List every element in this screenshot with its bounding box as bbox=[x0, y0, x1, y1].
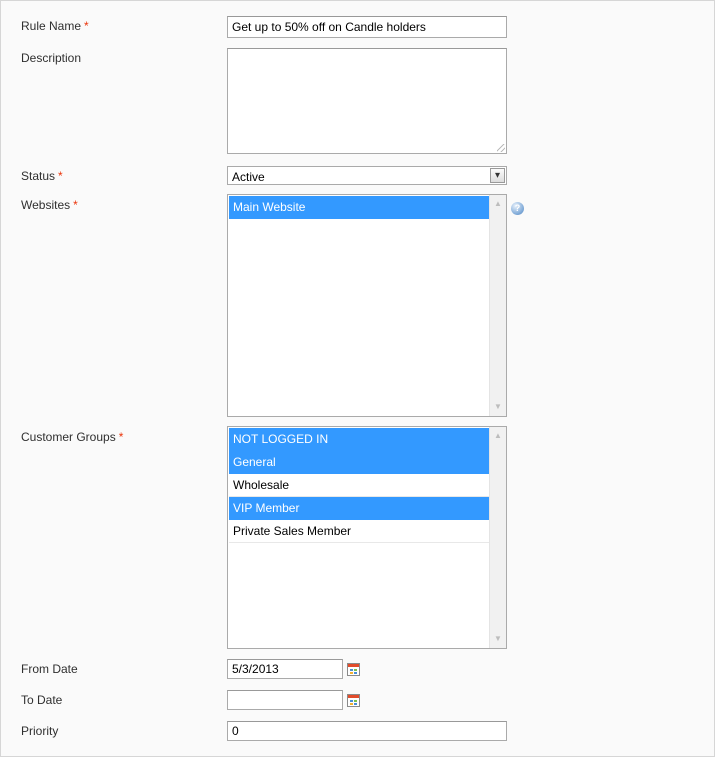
to-date-label: To Date bbox=[21, 693, 63, 707]
from-date-input[interactable] bbox=[227, 659, 343, 679]
websites-multiselect[interactable]: Main Website ▲ ▼ bbox=[227, 194, 507, 417]
status-label: Status * bbox=[21, 169, 63, 183]
customer-groups-label: Customer Groups * bbox=[21, 430, 124, 444]
rule-name-input[interactable] bbox=[227, 16, 507, 38]
customer-group-option[interactable]: Wholesale bbox=[229, 474, 489, 497]
customer-groups-scrollbar[interactable]: ▲ ▼ bbox=[489, 427, 506, 648]
priority-label: Priority bbox=[21, 724, 59, 738]
website-option[interactable]: Main Website bbox=[229, 196, 489, 219]
customer-groups-options: NOT LOGGED IN General Wholesale VIP Member P… bbox=[229, 428, 489, 543]
status-select[interactable]: Active ▾ bbox=[227, 166, 507, 185]
customer-group-option[interactable]: General bbox=[229, 451, 489, 474]
scroll-up-icon[interactable]: ▲ bbox=[490, 197, 506, 211]
scroll-down-icon[interactable]: ▼ bbox=[490, 400, 506, 414]
help-icon[interactable]: ? bbox=[511, 202, 524, 215]
chevron-down-icon[interactable]: ▾ bbox=[490, 168, 505, 183]
calendar-icon[interactable] bbox=[347, 663, 360, 676]
required-marker: * bbox=[118, 430, 124, 444]
calendar-icon[interactable] bbox=[347, 694, 360, 707]
from-date-label: From Date bbox=[21, 662, 78, 676]
customer-group-option[interactable]: VIP Member bbox=[229, 497, 489, 520]
customer-group-option[interactable]: Private Sales Member bbox=[229, 520, 489, 543]
description-label: Description bbox=[21, 51, 82, 65]
to-date-input[interactable] bbox=[227, 690, 343, 710]
customer-group-option[interactable]: NOT LOGGED IN bbox=[229, 428, 489, 451]
resize-grip-icon[interactable] bbox=[497, 144, 505, 152]
description-textarea[interactable] bbox=[227, 48, 507, 154]
required-marker: * bbox=[73, 198, 78, 212]
priority-input[interactable] bbox=[227, 721, 507, 741]
websites-options: Main Website bbox=[229, 196, 489, 219]
websites-label: Websites * bbox=[21, 198, 78, 212]
scroll-down-icon[interactable]: ▼ bbox=[490, 632, 506, 646]
scroll-up-icon[interactable]: ▲ bbox=[490, 429, 506, 443]
required-marker: * bbox=[84, 19, 89, 33]
status-selected-value: Active bbox=[232, 170, 265, 184]
rule-name-label: Rule Name * bbox=[21, 19, 89, 33]
rule-information-form: Rule Name* Description Status* Active ▾ … bbox=[0, 0, 715, 757]
required-marker: * bbox=[58, 169, 63, 183]
description-wrapper bbox=[227, 48, 507, 154]
websites-scrollbar[interactable]: ▲ ▼ bbox=[489, 195, 506, 416]
customer-groups-multiselect[interactable]: NOT LOGGED IN General Wholesale VIP Member P… bbox=[227, 426, 507, 649]
